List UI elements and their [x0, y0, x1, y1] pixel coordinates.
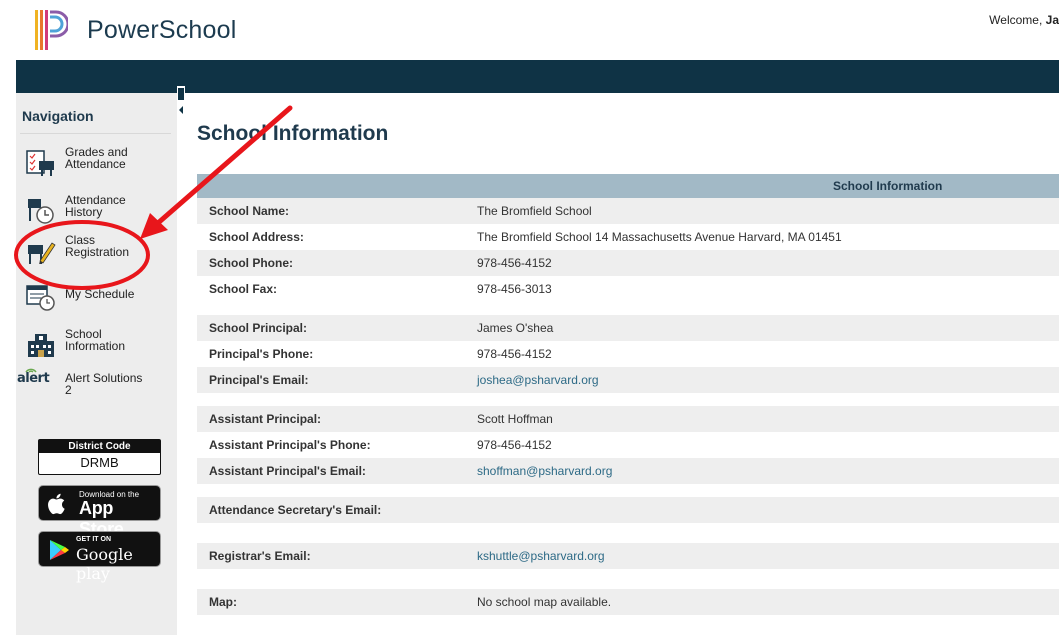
powerschool-logo-icon [35, 10, 68, 50]
alert-solutions-icon: alert [17, 363, 51, 391]
collapse-arrow-icon [179, 106, 183, 114]
sidebar-item-my-schedule[interactable]: My Schedule [22, 279, 172, 315]
welcome-text: Welcome, Ja [989, 13, 1059, 27]
table-row: Assistant Principal's Phone: 978-456-4152 [197, 432, 1059, 458]
google-play-icon [50, 540, 69, 560]
row-value: 978-456-4152 [477, 256, 552, 270]
row-value: The Bromfield School 14 Massachusetts Av… [477, 230, 842, 244]
sidebar-item-school-information[interactable]: School Information [22, 327, 172, 363]
table-header: School Information [197, 174, 1059, 198]
sidebar-collapse-toggle[interactable] [177, 86, 185, 120]
sidebar-item-alert-solutions[interactable]: alert Alert Solutions 2 [17, 368, 172, 407]
registrar-email-link[interactable]: kshuttle@psharvard.org [477, 549, 605, 563]
row-key: School Address: [209, 230, 304, 244]
row-key: Principal's Phone: [209, 347, 314, 361]
sidebar-item-grades-and-attendance[interactable]: Grades and Attendance [22, 145, 172, 181]
attendance-history-icon [28, 199, 54, 224]
table-row: Assistant Principal's Email: shoffman@psh… [197, 458, 1059, 484]
district-code-value: DRMB [80, 455, 119, 470]
navigation-title: Navigation [22, 108, 94, 124]
table-row: School Principal: James O'shea [197, 315, 1059, 341]
welcome-user-name[interactable]: Ja [1046, 13, 1059, 27]
row-value: 978-456-4152 [477, 438, 552, 452]
google-play-big-text: Google play [76, 545, 133, 583]
school-info-table: School Information School Name: The Bromf… [197, 174, 1059, 615]
district-code-label: District Code [39, 440, 160, 453]
row-value: 978-456-4152 [477, 347, 552, 361]
row-key: Assistant Principal's Phone: [209, 438, 371, 452]
table-row: Attendance Secretary's Email: [197, 497, 1059, 523]
row-spacer [197, 393, 1059, 406]
google-play-button[interactable]: GET IT ON Google play [38, 531, 161, 583]
row-value: Scott Hoffman [477, 412, 553, 426]
sidebar-item-attendance-history[interactable]: Attendance History [22, 193, 172, 229]
table-row: School Phone: 978-456-4152 [197, 250, 1059, 276]
row-key: Assistant Principal: [209, 412, 322, 426]
row-key: Attendance Secretary's Email: [209, 503, 382, 517]
page-title: School Information [197, 122, 389, 145]
principal-email-link[interactable]: joshea@psharvard.org [477, 373, 599, 387]
table-row: Map: No school map available. [197, 589, 1059, 615]
assistant-principal-email-link[interactable]: shoffman@psharvard.org [477, 464, 612, 478]
row-key: School Principal: [209, 321, 308, 335]
sidebar-item-class-registration[interactable]: Class Registration [22, 233, 172, 269]
sidebar-item-label: School Information [65, 327, 126, 353]
row-spacer [197, 523, 1059, 543]
row-spacer [197, 569, 1059, 589]
row-value: The Bromfield School [477, 204, 592, 218]
table-header-title: School Information [833, 179, 943, 193]
table-row: School Name: The Bromfield School [197, 198, 1059, 224]
collapse-handle-icon [178, 88, 184, 100]
grades-icon [26, 150, 54, 176]
app-store-button[interactable]: Download on the App Store [38, 485, 161, 539]
top-navigation-bar [16, 60, 1059, 93]
brand-name: PowerSchool [87, 16, 237, 44]
powerschool-app: PowerSchool Welcome, Ja Navigation Grade… [0, 0, 1059, 635]
row-value: No school map available. [477, 595, 612, 609]
row-key: Assistant Principal's Email: [209, 464, 366, 478]
sidebar-item-label: Alert Solutions 2 [65, 371, 143, 397]
table-row: School Address: The Bromfield School 14 M… [197, 224, 1059, 250]
table-row: Principal's Phone: 978-456-4152 [197, 341, 1059, 367]
header: PowerSchool Welcome, Ja [0, 0, 1059, 60]
row-spacer [197, 302, 1059, 315]
sidebar-item-label: Class Registration [65, 233, 130, 259]
sidebar: Navigation Grades and Attendance Attenda… [16, 93, 177, 635]
row-value: 978-456-3013 [477, 282, 552, 296]
alert-logo-text: alert [17, 371, 50, 386]
class-registration-icon [28, 242, 56, 264]
sidebar-item-label: My Schedule [65, 287, 135, 301]
sidebar-item-label: Grades and Attendance [65, 145, 128, 171]
row-key: School Name: [209, 204, 290, 218]
google-play-small-text: GET IT ON [76, 536, 111, 543]
sidebar-item-label: Attendance History [65, 193, 126, 219]
table-row: Assistant Principal: Scott Hoffman [197, 406, 1059, 432]
row-key: Principal's Email: [209, 373, 309, 387]
table-row: Principal's Email: joshea@psharvard.org [197, 367, 1059, 393]
row-key: Map: [209, 595, 237, 609]
apple-icon [48, 493, 65, 515]
row-key: School Phone: [209, 256, 293, 270]
district-code-badge: District Code DRMB [38, 439, 161, 475]
school-icon [28, 334, 54, 357]
table-row: Registrar's Email: kshuttle@psharvard.org [197, 543, 1059, 569]
row-key: School Fax: [209, 282, 278, 296]
row-value: James O'shea [477, 321, 554, 335]
row-key: Registrar's Email: [209, 549, 311, 563]
table-row: School Fax: 978-456-3013 [197, 276, 1059, 302]
row-spacer [197, 484, 1059, 497]
welcome-prefix: Welcome, [989, 13, 1046, 27]
schedule-icon [26, 285, 55, 311]
navigation-divider [20, 133, 171, 134]
